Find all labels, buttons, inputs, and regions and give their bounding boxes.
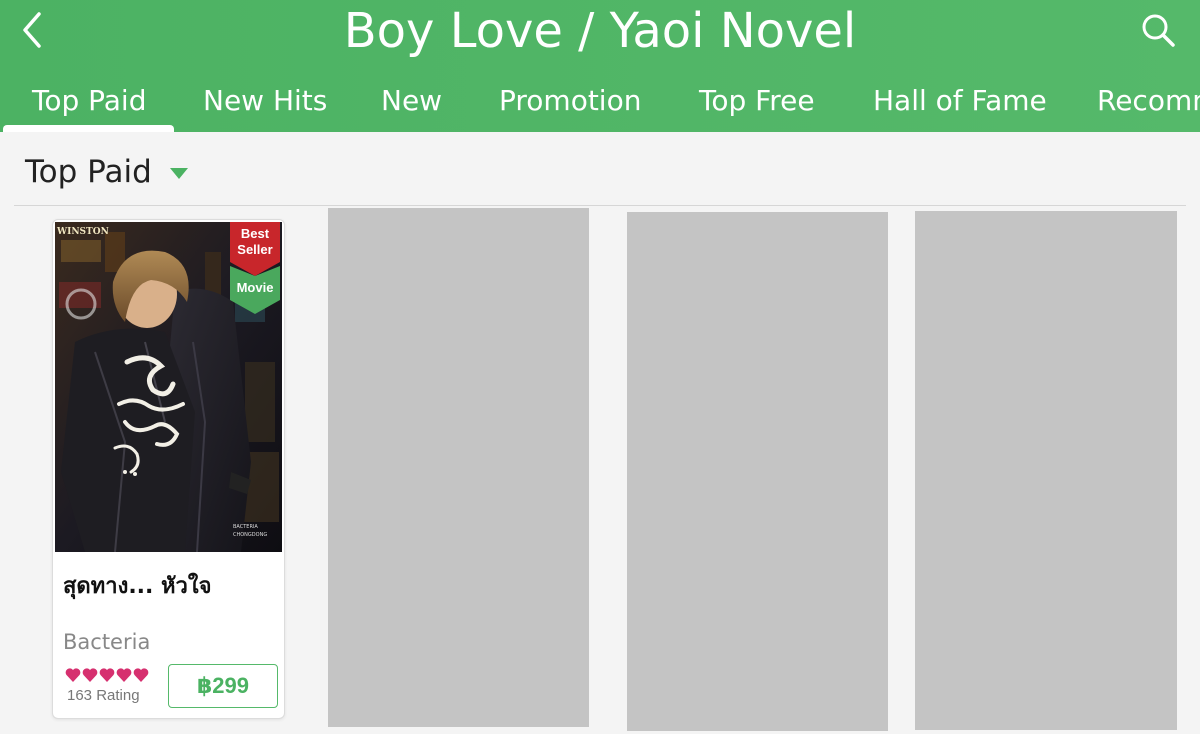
- section-title[interactable]: Top Paid: [25, 154, 152, 190]
- section-header: Top Paid: [14, 140, 1186, 206]
- search-button[interactable]: [1136, 8, 1180, 52]
- active-tab-indicator: [3, 125, 174, 132]
- book-author[interactable]: Bacteria: [63, 630, 150, 654]
- movie-badge: Movie: [230, 266, 280, 314]
- cover-credit-2: CHONGDONG: [233, 532, 267, 538]
- heart-icon: [65, 668, 81, 682]
- caret-down-icon[interactable]: [170, 168, 188, 179]
- book-card[interactable]: WINSTON BACTERIA CHONGDONG Best Seller M…: [52, 219, 285, 719]
- search-icon: [1142, 14, 1175, 47]
- heart-icon: [133, 668, 149, 682]
- cover-credit-1: BACTERIA: [233, 524, 258, 530]
- movie-label: Movie: [236, 280, 274, 295]
- rating-count: 163 Rating: [67, 687, 140, 704]
- book-cover: WINSTON BACTERIA CHONGDONG Best Seller M…: [55, 222, 282, 552]
- book-placeholder[interactable]: [915, 211, 1177, 730]
- cover-brand-text: WINSTON: [56, 227, 109, 237]
- tab-hall-of-fame[interactable]: Hall of Fame: [873, 72, 1047, 132]
- tab-new-hits[interactable]: New Hits: [203, 72, 327, 132]
- price-button[interactable]: ฿299: [168, 664, 278, 708]
- book-title[interactable]: สุดทาง... หัวใจ: [63, 568, 212, 603]
- page-title: Boy Love / Yaoi Novel: [343, 3, 857, 59]
- heart-icon: [82, 668, 98, 682]
- tab-top-free[interactable]: Top Free: [699, 72, 815, 132]
- best-seller-label: Best Seller: [237, 226, 273, 257]
- rating-hearts: [65, 668, 149, 682]
- tab-top-paid[interactable]: Top Paid: [32, 72, 147, 132]
- book-placeholder[interactable]: [627, 212, 888, 731]
- category-tabs: Top Paid New Hits New Promotion Top Free…: [0, 72, 1200, 132]
- heart-icon: [116, 668, 132, 682]
- tab-promotion[interactable]: Promotion: [499, 72, 641, 132]
- app-header: Boy Love / Yaoi Novel Top Paid New Hits …: [0, 0, 1200, 132]
- book-placeholder[interactable]: [328, 208, 589, 727]
- tab-new[interactable]: New: [381, 72, 442, 132]
- tab-recommended[interactable]: Recomm: [1097, 72, 1200, 132]
- heart-icon: [99, 668, 115, 682]
